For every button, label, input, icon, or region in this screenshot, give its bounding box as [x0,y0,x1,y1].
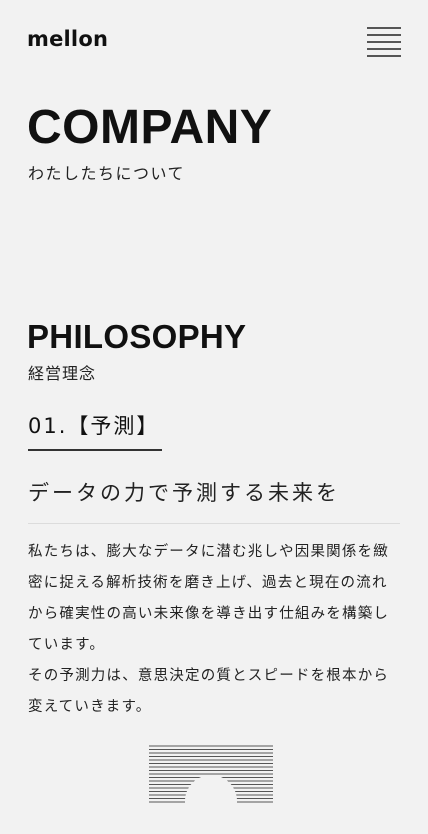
site-logo[interactable]: mellon [27,29,108,50]
philosophy-item-label: 01.【予測】 [28,414,160,438]
philosophy-subtitle: 経営理念 [28,364,97,383]
page-title: COMPANY [27,101,273,154]
item-label-underline [28,449,162,451]
headline-divider [28,523,400,524]
philosophy-headline: データの力で予測する未来を [28,481,340,505]
site-header: mellon [0,0,428,80]
body-paragraph: 私たちは、膨大なデータに潜む兆しや因果関係を緻密に捉える解析技術を磨き上げ、過去… [28,544,390,653]
philosophy-body: 私たちは、膨大なデータに潜む兆しや因果関係を緻密に捉える解析技術を磨き上げ、過去… [28,537,402,723]
hamburger-menu-button[interactable] [366,27,402,57]
page-subtitle: わたしたちについて [28,164,186,183]
hamburger-menu-icon [367,27,401,57]
striped-arch-illustration [149,745,273,805]
philosophy-title: PHILOSOPHY [27,318,247,355]
body-paragraph: その予測力は、意思決定の質とスピードを根本から変えていきます。 [28,668,390,715]
